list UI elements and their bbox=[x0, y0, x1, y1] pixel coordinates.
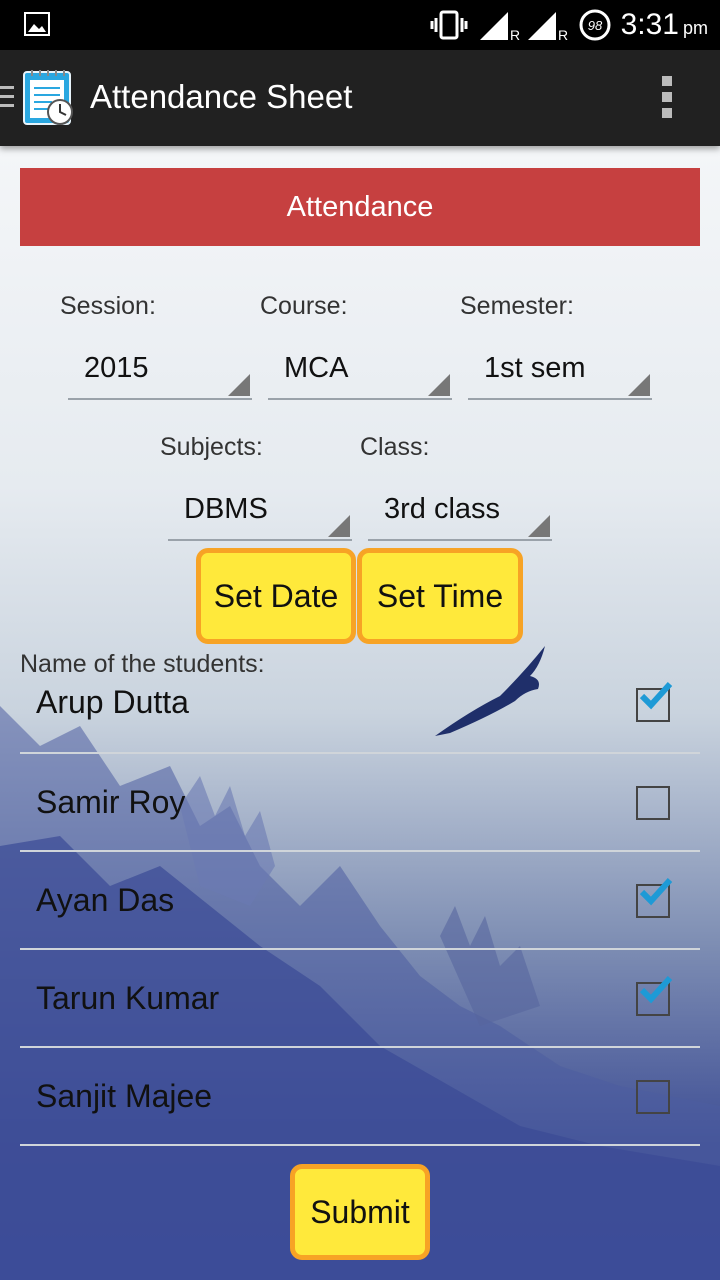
student-name: Sanjit Majee bbox=[36, 1078, 213, 1114]
attendance-checkbox[interactable] bbox=[636, 1080, 670, 1114]
svg-text:98: 98 bbox=[588, 18, 603, 33]
subjects-spinner[interactable]: DBMS bbox=[168, 489, 352, 541]
image-notification-icon bbox=[24, 12, 50, 36]
menu-icon[interactable] bbox=[0, 86, 14, 113]
dropdown-arrow-icon bbox=[528, 515, 550, 537]
student-row: Ayan Das bbox=[20, 850, 700, 950]
dropdown-arrow-icon bbox=[328, 515, 350, 537]
checkmark-icon bbox=[639, 877, 673, 906]
course-spinner[interactable]: MCA bbox=[268, 348, 452, 400]
attendance-checkbox[interactable] bbox=[636, 877, 673, 918]
student-name: Ayan Das bbox=[36, 882, 175, 918]
student-name: Samir Roy bbox=[36, 784, 186, 820]
subjects-label: Subjects: bbox=[160, 433, 263, 461]
student-row: Samir Roy bbox=[20, 752, 700, 852]
attendance-checkbox[interactable] bbox=[636, 681, 673, 722]
app-title: Attendance Sheet bbox=[90, 78, 353, 115]
checkmark-icon bbox=[639, 975, 673, 1004]
class-label: Class: bbox=[360, 433, 430, 461]
checkmark-icon bbox=[639, 681, 673, 710]
set-date-button[interactable]: Set Date bbox=[196, 548, 356, 644]
svg-text:R: R bbox=[558, 27, 568, 42]
course-label: Course: bbox=[260, 292, 348, 320]
student-row: Tarun Kumar bbox=[20, 948, 700, 1048]
attendance-checkbox[interactable] bbox=[636, 786, 670, 820]
session-value: 2015 bbox=[84, 352, 149, 384]
attendance-checkbox[interactable] bbox=[636, 975, 673, 1016]
semester-spinner[interactable]: 1st sem bbox=[468, 348, 652, 400]
app-bar: Attendance Sheet bbox=[0, 50, 720, 146]
course-value: MCA bbox=[284, 352, 349, 384]
class-value: 3rd class bbox=[384, 493, 501, 525]
overflow-menu-icon[interactable] bbox=[662, 76, 674, 124]
app-logo-icon bbox=[23, 70, 73, 125]
student-name: Tarun Kumar bbox=[36, 980, 220, 1016]
signal-icon-2: R bbox=[528, 12, 568, 42]
dropdown-arrow-icon bbox=[628, 374, 650, 396]
attendance-header: Attendance bbox=[20, 168, 700, 246]
submit-button[interactable]: Submit bbox=[290, 1164, 430, 1260]
subjects-value: DBMS bbox=[184, 493, 268, 525]
student-row: Sanjit Majee bbox=[20, 1046, 700, 1146]
vibrate-icon bbox=[430, 10, 468, 40]
clock: 3:31 pm bbox=[620, 8, 708, 41]
set-time-button[interactable]: Set Time bbox=[357, 548, 523, 644]
status-bar: R R 98 3:31 pm bbox=[0, 0, 720, 50]
class-spinner[interactable]: 3rd class bbox=[368, 489, 552, 541]
session-label: Session: bbox=[60, 292, 156, 320]
semester-value: 1st sem bbox=[484, 352, 586, 384]
dropdown-arrow-icon bbox=[228, 374, 250, 396]
svg-text:R: R bbox=[510, 27, 520, 42]
signal-icon-1: R bbox=[480, 12, 520, 42]
student-name: Arup Dutta bbox=[36, 684, 189, 720]
session-spinner[interactable]: 2015 bbox=[68, 348, 252, 400]
student-row: Arup Dutta bbox=[20, 654, 700, 754]
battery-icon: 98 bbox=[579, 9, 611, 41]
semester-label: Semester: bbox=[460, 292, 574, 320]
dropdown-arrow-icon bbox=[428, 374, 450, 396]
